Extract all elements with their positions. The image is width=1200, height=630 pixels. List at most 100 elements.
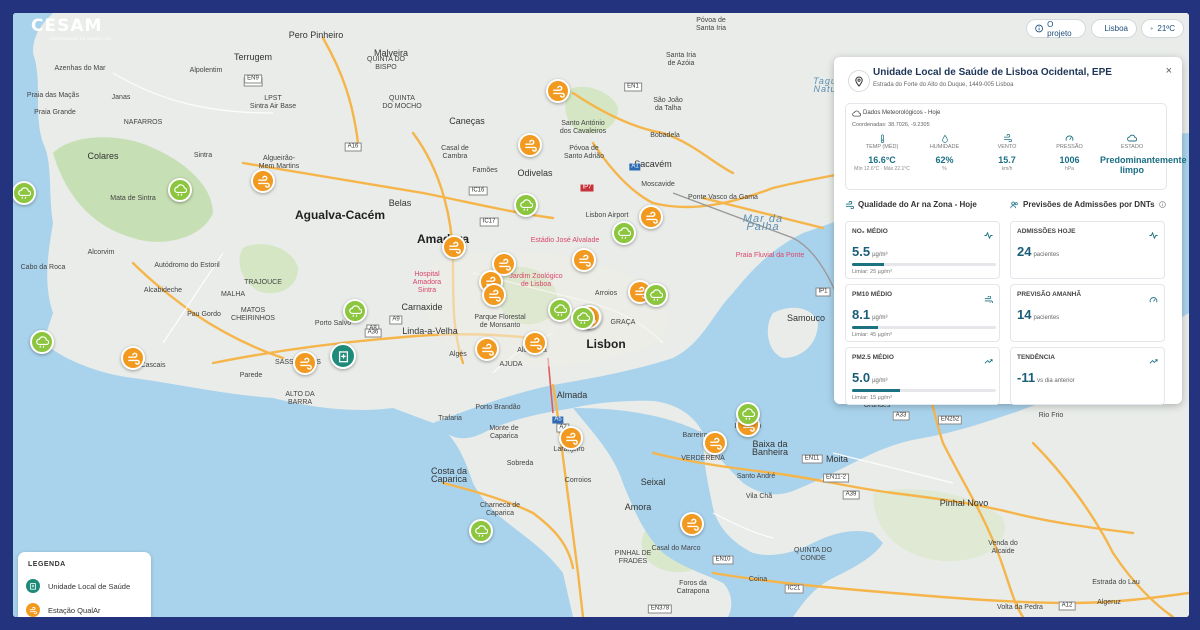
map-label-ponte-vasco: Ponte Vasco da Gama (688, 194, 758, 201)
air-card-label: PM10 MÉDIO (852, 291, 893, 298)
map-label-pinhal-novo: Pinhal Novo (939, 498, 989, 508)
location-pin-icon (848, 70, 870, 92)
info-icon[interactable] (1158, 201, 1166, 208)
weather-station-marker[interactable] (644, 283, 668, 307)
road-shield-a9: A9 (389, 315, 403, 325)
legend-title: LEGENDA (28, 561, 66, 568)
map-label-santo-antonio: Santo António dos Cavaleiros (559, 120, 607, 135)
hospital-icon (26, 579, 40, 593)
qualar-station-marker[interactable] (518, 133, 542, 157)
cesam-logo[interactable]: CESAM UNIVERSIDADE DE AVEIRO 2025 (31, 16, 111, 41)
weather-coordinates: Coordenadas: 38.7026, -9.2305 (852, 122, 930, 128)
air-card-limit: Limiar: 15 µg/m³ (852, 395, 892, 401)
map-label-jardim-zoo: Jardim Zoológico de Lisboa (509, 273, 563, 288)
weather-station-marker[interactable] (30, 330, 54, 354)
map-label-monte-caparica: Monte de Caparica (489, 425, 519, 440)
map-label-volta-pedra: Volta da Pedra (997, 604, 1043, 611)
map-label-povoa-st-iria: Póvoa de Santa Iria (696, 17, 726, 32)
weather-station-marker[interactable] (343, 299, 367, 323)
about-project-button[interactable]: O projeto (1026, 19, 1086, 38)
temperature-button[interactable]: 21ºC (1141, 19, 1184, 38)
qualar-station-marker[interactable] (572, 248, 596, 272)
road-shield-ip7: IP7 (580, 184, 594, 192)
admissions-card-label: ADMISSÕES HOJE (1017, 228, 1076, 235)
hospital-marker[interactable] (330, 343, 356, 369)
map-label-sao-andre: Santo André (736, 473, 776, 480)
gauge-icon (1038, 134, 1102, 143)
map-label-santa-iria: Santa Iria de Azóia (666, 52, 696, 67)
close-panel-button[interactable]: × (1166, 65, 1172, 77)
map-label-parede: Parede (239, 372, 263, 379)
qualar-station-marker[interactable] (442, 235, 466, 259)
qualar-station-marker[interactable] (475, 337, 499, 361)
trending-up-icon (1149, 353, 1158, 364)
weather-station-marker[interactable] (514, 193, 538, 217)
air-card-value: 8.1 µg/m³ (852, 307, 888, 322)
road-shield-en252: EN252 (937, 415, 963, 425)
weather-col-humidade: HUMIDADE 62%% (913, 134, 977, 172)
map-label-quinta-do-bispo: QUINTA DO BISPO (367, 56, 405, 71)
admissions-card-label: TENDÊNCIA (1017, 354, 1055, 361)
map-label-baixa-banheira: Baixa da Banheira (751, 439, 789, 457)
map-label-alcabideche: Alcabideche (143, 287, 183, 294)
weather-station-marker[interactable] (571, 306, 595, 330)
admissions-card-value: 24 pacientes (1017, 244, 1060, 259)
map-label-praia-das-macas: Praia das Maçãs (26, 92, 80, 99)
admissions-card-trend: TENDÊNCIA -11 vs dia anterior (1010, 347, 1165, 405)
map-label-agualva-cacem: Agualva-Cacém (294, 208, 386, 222)
weather-station-marker[interactable] (13, 181, 36, 205)
map-label-povoa: Póvoa de Santo Adrião (563, 145, 605, 160)
air-card-label: NO₂ MÉDIO (852, 228, 888, 235)
map-label-parque-monsanto: Parque Florestal de Monsanto (474, 314, 526, 329)
weather-col-estado: ESTADO Predominantemente limpo (1100, 134, 1187, 176)
map-label-sintra: Sintra (193, 152, 213, 159)
qualar-station-marker[interactable] (523, 331, 547, 355)
qualar-station-marker[interactable] (559, 426, 583, 450)
map-label-azenhas-do-mar: Azenhas do Mar (54, 65, 106, 72)
hospital-address: Estrada do Forte do Alto do Duque, 1449-… (873, 82, 1014, 88)
map-label-colares: Colares (87, 151, 119, 161)
qualar-station-marker[interactable] (703, 431, 727, 455)
info-icon (1035, 24, 1043, 33)
map-label-pinhal-de-frades: PINHAL DE FRADES (614, 550, 652, 565)
qualar-station-marker[interactable] (546, 79, 570, 103)
weather-key: TEMP (MÉD) (865, 144, 899, 150)
weather-value: 15.7 (998, 155, 1016, 165)
weather-value: 16.6°C (868, 155, 896, 165)
weather-station-marker[interactable] (736, 402, 760, 426)
qualar-station-marker[interactable] (121, 346, 145, 370)
map-label-estadio: Estádio José Alvalade (530, 237, 600, 244)
qualar-station-marker[interactable] (639, 205, 663, 229)
qualar-station-marker[interactable] (293, 351, 317, 375)
weather-station-marker[interactable] (469, 519, 493, 543)
gauge-icon (1149, 290, 1158, 303)
weather-station-marker[interactable] (168, 178, 192, 202)
map-label-cabo-da-roca: Cabo da Roca (20, 264, 66, 271)
weather-station-marker[interactable] (548, 298, 572, 322)
map-label-linda-a-velha: Linda-a-Velha (402, 326, 458, 336)
map-label-pontinha: QUINTA DO MOCHO (382, 95, 422, 110)
road-shield-a36: A36 (364, 328, 382, 338)
road-shield-a12: A12 (1058, 601, 1076, 611)
qualar-station-marker[interactable] (482, 283, 506, 307)
admissions-card-value: 14 pacientes (1017, 307, 1060, 322)
map-label-lpst: LPST Sintra Air Base (249, 95, 297, 110)
map-label-graca: GRAÇA (610, 319, 636, 326)
air-quality-heading-label: Qualidade do Ar na Zona - Hoje (858, 200, 977, 209)
weather-unit: % (942, 166, 947, 172)
qualar-station-marker[interactable] (251, 169, 275, 193)
admissions-card-label: PREVISÃO AMANHÃ (1017, 291, 1082, 298)
map-label-arroios: Arroios (594, 290, 618, 297)
map-label-janas: Janas (111, 94, 131, 101)
map-label-praia-grande: Praia Grande (34, 109, 76, 116)
qualar-station-marker[interactable] (680, 512, 704, 536)
map-legend: LEGENDA Unidade Local de Saúde Estação Q… (18, 552, 151, 617)
map-label-praia-pasta: Praia Fluvial da Ponte (735, 252, 805, 259)
air-level-bar (852, 389, 996, 392)
legend-item-station: Estação QualAr (26, 603, 101, 617)
weather-station-marker[interactable] (612, 221, 636, 245)
map-label-nafarros: NAFARROS (123, 119, 163, 126)
weather-value: 1006 (1059, 155, 1080, 165)
location-button[interactable]: Lisboa (1091, 19, 1137, 38)
air-card-label: PM2.5 MÉDIO (852, 354, 894, 361)
